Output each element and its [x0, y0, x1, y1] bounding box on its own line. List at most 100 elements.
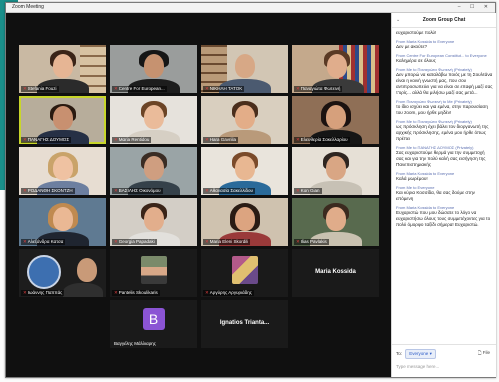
mic-muted-icon: ✕ — [114, 290, 118, 295]
chat-message: From Maria Kossida to Everyone Δεν με ακ… — [396, 39, 493, 50]
video-tile[interactable]: ✕Μαria Rentidou — [110, 96, 197, 144]
video-tile[interactable]: ✕Kon Gian — [292, 147, 379, 195]
participant-name: ✕Kon Gian — [294, 188, 322, 194]
face — [234, 105, 255, 129]
participant-name: ✕Παναγιώτα Φωτεινή — [294, 86, 343, 92]
message-text: Δεν με ακούτε? — [396, 44, 428, 49]
title-bar: Zoom Meeting – ☐ ✕ — [6, 3, 495, 13]
video-tile[interactable]: ✕Stefania Fouzi — [19, 45, 106, 93]
video-gallery: ✕Stefania Fouzi ✕Centre For European... … — [15, 43, 387, 348]
chat-message: From Centre For European Constitut... to… — [396, 53, 493, 64]
chat-message-list[interactable]: ευχαριστούμε πολύ! From Maria Kossida to… — [396, 30, 493, 343]
mic-muted-icon: ✕ — [114, 137, 118, 142]
video-tile[interactable]: ✕Hara Gavriila — [201, 96, 288, 144]
face — [143, 207, 164, 231]
face — [143, 54, 164, 78]
mic-muted-icon: ✕ — [205, 86, 209, 91]
face — [234, 156, 255, 180]
participant-name: ✕ΝΙΚΗΛΗ ΤΑΤΟΚ — [203, 86, 245, 92]
participant-name: ✕Μαria Rentidou — [112, 137, 152, 143]
mic-muted-icon: ✕ — [296, 137, 300, 142]
message-text: Δεν μπορώ να καταλάβω ποιός με τη Σουλτά… — [396, 72, 493, 95]
participant-name: ✕Stefania Fouzi — [21, 86, 59, 92]
face — [325, 105, 346, 129]
video-tile-no-video[interactable]: B Βαγγέλης Μάλλιαρης — [110, 300, 197, 348]
zoom-meeting-window: Zoom Meeting – ☐ ✕ ✕Stefania Fouzi ✕Cent… — [5, 2, 496, 378]
video-tile-active-speaker[interactable]: ✕ΠΑΝΑΓΗΣ ΔΟΥΜΟΣ — [19, 96, 106, 144]
mic-muted-icon: ✕ — [205, 188, 209, 193]
face — [143, 156, 164, 180]
message-text: Και κύρια Κοσσίδα, θα σας δούμε στην επό… — [396, 190, 475, 201]
avatar-initial: B — [142, 308, 165, 330]
participant-name: ✕Αλεξάνδρα Κατσα — [21, 239, 66, 245]
face — [52, 54, 73, 78]
video-tile[interactable]: ✕Ilias Pavlakis — [292, 198, 379, 246]
chat-message: From Maria Kossida to Everyone Ευχαριστώ… — [396, 205, 493, 228]
message-text: ευχαριστούμε πολύ! — [396, 30, 437, 35]
video-tile[interactable]: ✕Αργύρης Αργυριάδης — [201, 249, 288, 297]
video-tile[interactable]: ✕Αθανασία Σακελλίδου — [201, 147, 288, 195]
chat-panel: ⌄ Zoom Group Chat ευχαριστούμε πολύ! Fro… — [391, 13, 496, 377]
recipient-dropdown[interactable]: Everyone ▾ — [405, 349, 436, 359]
participant-name: ✕Pantelis Skoulikaris — [112, 290, 160, 296]
face — [77, 258, 97, 282]
participant-display-name: Ignatios Trianta... — [219, 320, 270, 326]
video-tile[interactable]: ✕ΝΙΚΗΛΗ ΤΑΤΟΚ — [201, 45, 288, 93]
file-button[interactable]: 🗋 File — [478, 349, 490, 357]
chat-message: ευχαριστούμε πολύ! — [396, 30, 493, 36]
participant-name: ✕ΒΑΣΙΛΗΣ Οικονόμου — [112, 188, 163, 194]
profile-picture — [140, 256, 167, 284]
video-tile[interactable]: ✕Centre For European... — [110, 45, 197, 93]
mic-muted-icon: ✕ — [296, 86, 300, 91]
video-tile[interactable]: ✕Ελευθερία Σακελλαρίου — [292, 96, 379, 144]
face — [234, 207, 255, 231]
message-text: Ευχαριστώ που μου δώσατε το λόγο να ευχα… — [396, 210, 491, 227]
torso — [63, 283, 103, 297]
chat-composer: To: Everyone ▾ 🗋 File Type message here.… — [392, 344, 496, 377]
participant-name: ✕Ilias Pavlakis — [294, 239, 329, 245]
file-icon: 🗋 — [477, 350, 482, 355]
video-tile[interactable]: ✕ΒΑΣΙΛΗΣ Οικονόμου — [110, 147, 197, 195]
mic-muted-icon: ✕ — [205, 137, 209, 142]
participant-name: ✕Ιωάννης Παππάς — [21, 290, 65, 296]
chat-message: From Me to Παναγιώτα Φωτεινή (Privately)… — [396, 119, 493, 142]
chevron-down-icon[interactable]: ⌄ — [396, 13, 400, 27]
mic-muted-icon: ✕ — [296, 239, 300, 244]
participant-name: ✕Αθανασία Σακελλίδου — [203, 188, 255, 194]
chat-message-input[interactable]: Type message here... — [396, 360, 492, 373]
video-tile[interactable]: ✕Παναγιώτα Φωτεινή — [292, 45, 379, 93]
video-tile[interactable]: ✕Pantelis Skoulikaris — [110, 249, 197, 297]
chat-message: From Me to Everyone Και κύρια Κοσσίδα, θ… — [396, 185, 493, 202]
mic-muted-icon: ✕ — [23, 239, 27, 244]
logo-image — [27, 255, 61, 289]
video-tile[interactable]: ✕Maria Eleni Skordili — [201, 198, 288, 246]
participant-name: ✕ΡΟΔΑΝΘΗ ΣΚΟΝΤΖΗ — [21, 188, 75, 194]
video-tile[interactable]: ✕ΡΟΔΑΝΘΗ ΣΚΟΝΤΖΗ — [19, 147, 106, 195]
mic-muted-icon: ✕ — [205, 239, 209, 244]
participant-name: ✕Αργύρης Αργυριάδης — [203, 290, 254, 296]
video-tile[interactable]: ✕Αλεξάνδρα Κατσα — [19, 198, 106, 246]
face — [327, 54, 347, 78]
message-text: Καλημέρα σε όλους — [396, 58, 436, 63]
face — [325, 207, 346, 231]
participant-name: ✕Georgia Papadaki — [112, 239, 157, 245]
mic-muted-icon: ✕ — [114, 188, 118, 193]
face — [234, 54, 255, 78]
face — [143, 105, 164, 129]
window-controls[interactable]: – ☐ ✕ — [458, 3, 492, 12]
face — [325, 156, 346, 180]
chat-message: From Me to ΠΑΝΑΓΗΣ ΔΟΥΜΟΣ (Privately) Σα… — [396, 145, 493, 168]
video-tile[interactable]: ✕Georgia Papadaki — [110, 198, 197, 246]
video-tile-no-video[interactable]: Ignatios Trianta... — [201, 300, 288, 348]
chat-message: From Maria Kossida to Everyone Καλά μωρέ… — [396, 171, 493, 182]
participant-name: Βαγγέλης Μάλλιαρης — [114, 341, 156, 346]
chat-title: Zoom Group Chat — [422, 17, 466, 23]
mic-muted-icon: ✕ — [205, 290, 209, 295]
video-tile-no-video[interactable]: Maria Kossida — [292, 249, 379, 297]
face — [52, 106, 73, 130]
chat-message: From Παναγιώτα Φωτεινή to Me (Privately)… — [396, 99, 493, 116]
chat-message: From Me to Παναγιώτα Φωτεινή (Privately)… — [396, 67, 493, 96]
video-tile[interactable]: ✕Ιωάννης Παππάς — [19, 249, 106, 297]
mic-muted-icon: ✕ — [23, 137, 27, 142]
participant-name: ✕ΠΑΝΑΓΗΣ ΔΟΥΜΟΣ — [21, 137, 72, 143]
